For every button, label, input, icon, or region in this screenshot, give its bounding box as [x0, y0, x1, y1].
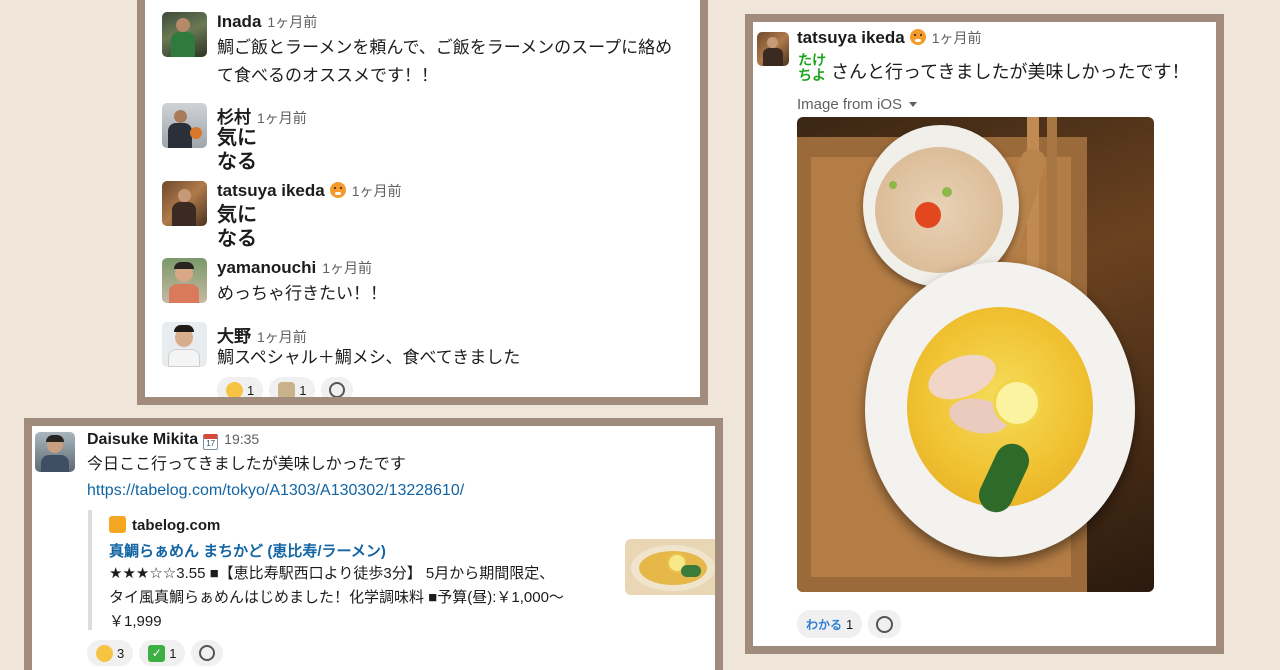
- message-line: なる: [217, 151, 257, 173]
- calendar-emoji-icon[interactable]: 17: [203, 434, 219, 450]
- timestamp[interactable]: 19:35: [224, 431, 259, 447]
- timestamp[interactable]: 1ヶ月前: [352, 183, 402, 199]
- message-text: 鯛スペシャル＋鯛メシ、食べてきました: [217, 344, 520, 372]
- stamp-line: たけ: [798, 52, 826, 68]
- reaction-bar: 11: [217, 377, 359, 398]
- description-line: タイ風真鯛らぁめんはじめました！化学調味料 ■予算(昼):￥1,000〜: [109, 589, 564, 606]
- reaction-pleading-face[interactable]: 1: [217, 377, 264, 398]
- stamp-line: ちよ: [798, 67, 826, 83]
- message-line: 今日ここ行ってきましたが美味しかったです: [87, 456, 406, 473]
- ramen-cat-emoji-icon: [278, 381, 296, 397]
- message-text: さんと行ってきましたが美味しかったです！: [831, 62, 1190, 82]
- caret-down-icon[interactable]: [909, 102, 918, 107]
- reaction-yum-face[interactable]: 3: [87, 640, 134, 666]
- message-text: めっちゃ行きたい！！: [217, 280, 387, 308]
- message-line: 気に: [217, 204, 257, 226]
- message-panel-bottom-left: Daisuke Mikita 17 19:35 今日ここ行ってきましたが美味しかった…: [24, 418, 723, 670]
- message-text: 鯛ご飯とラーメンを頼んで、ご飯をラーメンのスープに絡め て食べるのオススメです！…: [217, 34, 697, 90]
- avatar[interactable]: [757, 32, 789, 66]
- reaction-ramen-cat[interactable]: 1: [269, 377, 316, 398]
- check-mark-emoji-icon: ✓: [148, 644, 166, 662]
- reaction-check-mark[interactable]: ✓ 1: [139, 640, 186, 666]
- reaction-count: 1: [846, 616, 854, 632]
- avatar[interactable]: [162, 181, 207, 226]
- tiger-emoji-icon[interactable]: [329, 182, 346, 198]
- reaction-wakaru[interactable]: わかる 1: [797, 610, 863, 638]
- add-reaction-button[interactable]: [191, 640, 224, 666]
- yum-face-emoji-icon: [96, 644, 113, 662]
- user-name[interactable]: Daisuke Mikita: [87, 431, 198, 448]
- ramen-photo-image[interactable]: [797, 117, 1154, 592]
- avatar[interactable]: [162, 322, 207, 367]
- unfurl-description: ★★★☆☆3.55 ■【恵比寿駅西口より徒歩3分】 5月から期間限定、 タイ風真…: [109, 562, 564, 634]
- reaction-bar: わかる 1: [797, 610, 907, 638]
- timestamp[interactable]: 1ヶ月前: [322, 260, 372, 276]
- link-unfurl[interactable]: tabelog.com 真鯛らぁめん まちかど (恵比寿/ラーメン) ★★★☆☆…: [88, 510, 652, 630]
- description-line: ★★★☆☆3.55 ■【恵比寿駅西口より徒歩3分】 5月から期間限定、: [109, 565, 555, 582]
- message-text: 今日ここ行ってきましたが美味しかったです https://tabelog.com…: [87, 452, 464, 504]
- unfurl-site-name: tabelog.com: [132, 517, 221, 534]
- reaction-count: 1: [299, 382, 307, 398]
- message-line: 鯛スペシャル＋鯛メシ、食べてきました: [217, 348, 521, 367]
- tiger-emoji-icon[interactable]: [909, 29, 926, 45]
- add-reaction-icon: [876, 615, 894, 633]
- add-reaction-button[interactable]: [321, 377, 354, 397]
- message-text: 気に なる: [217, 203, 257, 251]
- add-reaction-button[interactable]: [868, 610, 902, 638]
- wakaru-stamp-icon: わかる: [806, 617, 843, 632]
- message-line: めっちゃ行きたい！！: [217, 284, 387, 303]
- user-name[interactable]: Inada: [217, 12, 261, 31]
- add-reaction-icon: [329, 382, 346, 397]
- user-name[interactable]: 杉村: [217, 108, 251, 127]
- unfurl-title-link[interactable]: 真鯛らぁめん まちかど (恵比寿/ラーメン): [109, 540, 386, 561]
- pleading-face-emoji-icon: [226, 381, 243, 397]
- message-link[interactable]: https://tabelog.com/tokyo/A1303/A130302/…: [87, 478, 464, 504]
- message-panel-right: tatsuya ikeda 1ヶ月前 たけ ちよ さんと行ってきましたが美味しかっ…: [745, 14, 1224, 654]
- user-name[interactable]: yamanouchi: [217, 258, 316, 277]
- user-name[interactable]: tatsuya ikeda: [797, 28, 905, 47]
- avatar[interactable]: [35, 432, 75, 472]
- message-text: 気に なる: [217, 126, 257, 174]
- message-line: 気に: [217, 127, 257, 149]
- thread-panel-top-left: Inada 1ヶ月前 鯛ご飯とラーメンを頼んで、ご飯をラーメンのスープに絡め て食…: [137, 0, 708, 405]
- user-name[interactable]: tatsuya ikeda: [217, 181, 325, 200]
- custom-name-stamp[interactable]: たけ ちよ: [797, 53, 827, 87]
- reaction-count: 3: [117, 645, 125, 661]
- image-caption[interactable]: Image from iOS: [797, 96, 918, 113]
- timestamp[interactable]: 1ヶ月前: [257, 110, 307, 126]
- image-caption-label: Image from iOS: [797, 96, 903, 113]
- avatar[interactable]: [162, 258, 207, 303]
- timestamp[interactable]: 1ヶ月前: [257, 329, 307, 345]
- message-line: 鯛ご飯とラーメンを頼んで、ご飯をラーメンのスープに絡め: [217, 38, 673, 57]
- timestamp[interactable]: 1ヶ月前: [267, 14, 317, 30]
- reaction-bar: 3 ✓ 1: [87, 640, 229, 666]
- avatar[interactable]: [162, 12, 207, 57]
- timestamp[interactable]: 1ヶ月前: [932, 30, 982, 46]
- message-line: なる: [217, 228, 257, 250]
- message-line: て食べるのオススメです！！: [217, 66, 438, 85]
- description-line: ￥1,999: [109, 613, 162, 630]
- add-reaction-icon: [199, 645, 216, 661]
- unfurl-thumbnail-image[interactable]: [625, 539, 715, 595]
- reaction-count: 1: [247, 382, 255, 398]
- avatar[interactable]: [162, 103, 207, 148]
- reaction-count: 1: [169, 645, 177, 661]
- tabelog-logo-icon: [109, 516, 126, 533]
